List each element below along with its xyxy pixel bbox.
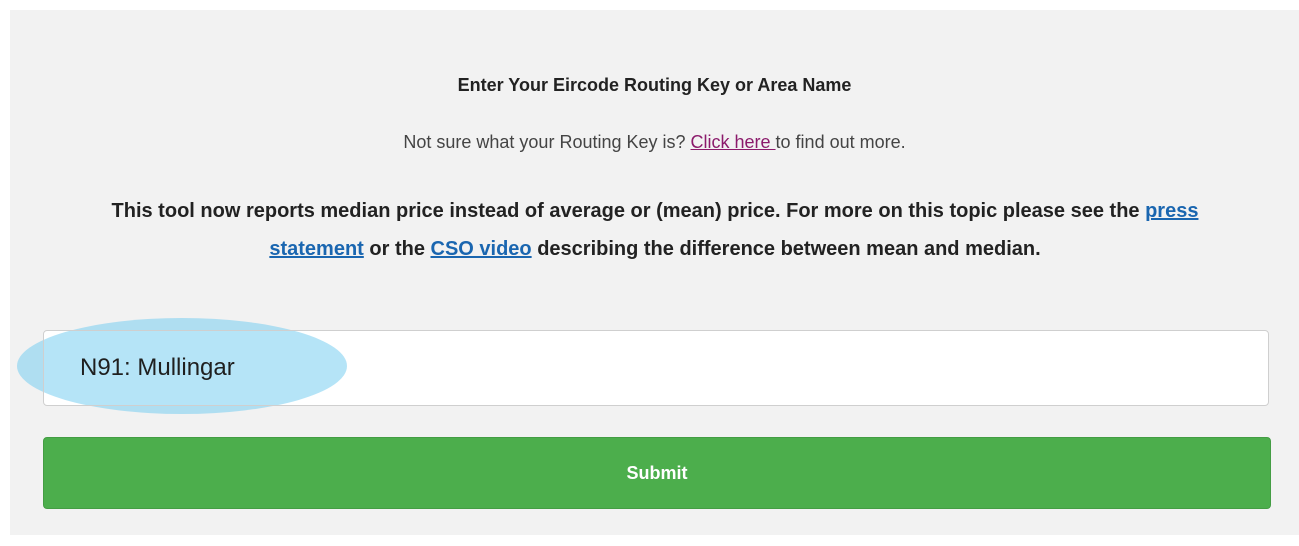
notice-text-1: This tool now reports median price inste… [111,200,1146,222]
routing-key-help: Not sure what your Routing Key is? Click… [10,132,1299,153]
submit-button[interactable]: Submit [43,437,1271,509]
median-price-notice: This tool now reports median price inste… [80,192,1230,268]
eircode-search-panel: Enter Your Eircode Routing Key or Area N… [10,10,1299,535]
form-heading: Enter Your Eircode Routing Key or Area N… [457,75,852,95]
help-suffix-text: to find out more. [775,132,906,152]
notice-text-2: or the [363,238,431,260]
click-here-link[interactable]: Click here [691,132,776,152]
search-field-container [17,318,1269,414]
notice-text-3: describing the difference between mean a… [531,238,1041,260]
cso-video-link[interactable]: CSO video [431,238,532,260]
routing-key-input[interactable] [43,330,1269,406]
help-prefix-text: Not sure what your Routing Key is? [403,132,691,152]
